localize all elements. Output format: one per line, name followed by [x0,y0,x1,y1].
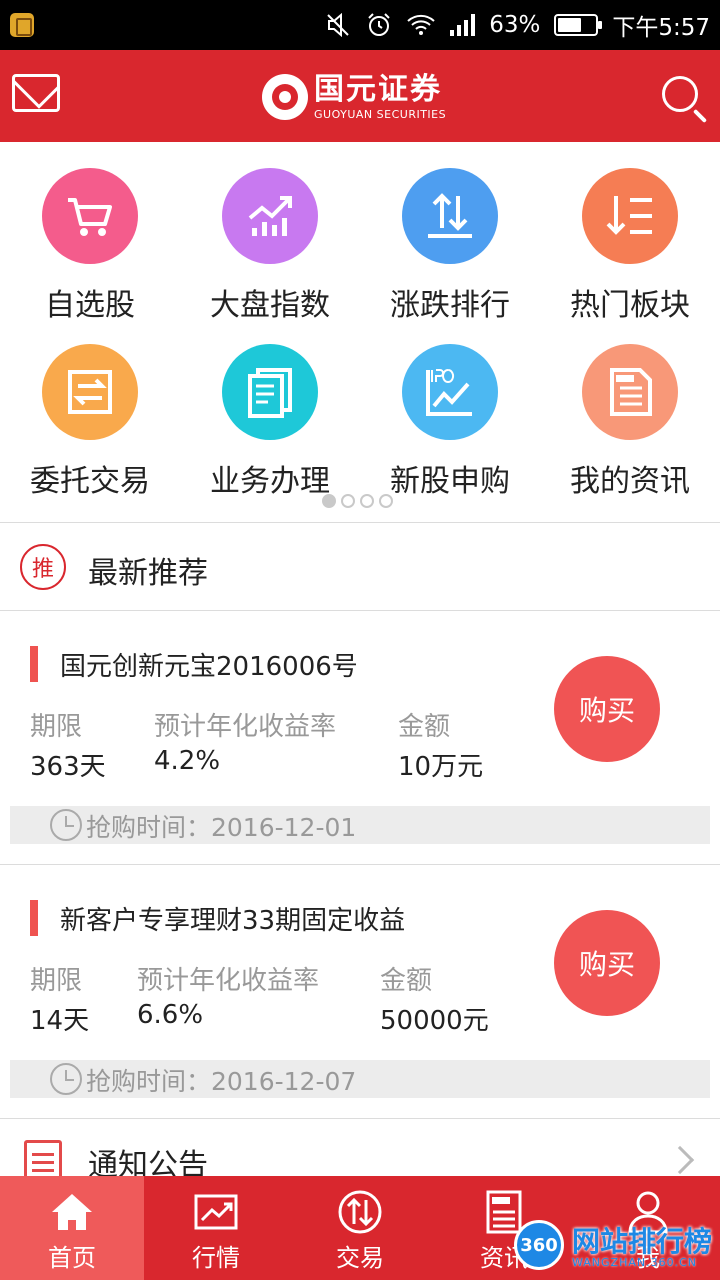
grid-item-ipo[interactable]: 新股申购 [360,318,540,499]
product-card: 新客户专享理财33期固定收益 期限 14天 预计年化收益率 6.6% 金额 50… [0,866,720,1120]
grid-item-hot-sectors[interactable]: 热门板块 [540,142,720,323]
grid-item-business[interactable]: 业务办理 [180,318,360,499]
nav-label: 交易 [336,1244,384,1272]
app-notification-icon [10,13,34,37]
watermark-badge: 360 [514,1220,564,1270]
mail-icon[interactable] [12,74,60,112]
ipo-chart-icon [402,344,498,440]
purchase-time-bar: 抢购时间：2016-12-01 [10,806,710,844]
amount-value: 50000元 [380,1006,489,1036]
shortcut-grid: 自选股 大盘指数 涨跌排行 热门板块 委托交易 业务办理 新股申购 我的资讯 [0,142,720,522]
exchange-icon [42,344,138,440]
grid-item-label: 委托交易 [30,464,150,499]
divider [0,610,720,611]
home-icon [52,1194,92,1230]
page-dot [341,494,355,508]
product-card: 国元创新元宝2016006号 期限 363天 预计年化收益率 4.2% 金额 1… [0,612,720,866]
rate-value: 6.6% [137,1000,204,1030]
battery-percent: 63% [489,12,541,38]
amount-label: 金额 [398,712,451,742]
section-title: 最新推荐 [88,556,208,591]
page-dot [379,494,393,508]
logo-title: 国元证券 [314,71,442,107]
term-value: 14天 [30,1006,90,1036]
term-label: 期限 [30,966,83,996]
buy-button[interactable]: 购买 [554,910,660,1016]
divider [0,522,720,523]
recommend-badge: 推 [20,544,66,590]
page-indicator [322,494,393,508]
product-title: 国元创新元宝2016006号 [60,652,358,682]
up-down-arrows-icon [402,168,498,264]
documents-icon [222,344,318,440]
logo-subtitle: GUOYUAN SECURITIES [314,107,447,121]
clock-icon [50,809,82,841]
divider [0,864,720,865]
rate-label: 预计年化收益率 [137,966,320,996]
term-label: 期限 [30,712,83,742]
chevron-right-icon [665,1145,695,1175]
mute-icon [327,13,349,37]
amount-label: 金额 [380,966,433,996]
grid-item-watchlist[interactable]: 自选股 [0,142,180,323]
divider [0,1118,720,1119]
amount-value: 10万元 [398,752,484,782]
nav-item-trade[interactable]: 交易 [288,1176,432,1280]
nav-item-home[interactable]: 首页 [0,1176,144,1280]
market-chart-icon [194,1194,238,1230]
grid-item-trade[interactable]: 委托交易 [0,318,180,499]
page-dot [360,494,374,508]
accent-bar [30,900,38,936]
purchase-time: 抢购时间：2016-12-01 [86,813,357,842]
rate-value: 4.2% [154,746,221,776]
clock-time: 下午5:57 [612,15,710,41]
accent-bar [30,646,38,682]
chart-rising-icon [222,168,318,264]
brand-logo: 国元证券 GUOYUAN SECURITIES [262,72,446,122]
grid-item-ranking[interactable]: 涨跌排行 [360,142,540,323]
status-bar: 63% 下午5:57 [0,0,720,50]
clock-icon [50,1063,82,1095]
term-value: 363天 [30,752,106,782]
battery-icon [554,14,603,36]
app-header: 国元证券 GUOYUAN SECURITIES [0,50,720,142]
buy-button[interactable]: 购买 [554,656,660,762]
sort-list-icon [582,168,678,264]
grid-item-label: 我的资讯 [570,464,690,499]
wifi-icon [407,14,435,35]
trade-arrows-icon [338,1190,382,1234]
grid-item-market-index[interactable]: 大盘指数 [180,142,360,323]
page-dot [322,494,336,508]
cart-icon [42,168,138,264]
alarm-icon [368,13,390,36]
product-title: 新客户专享理财33期固定收益 [60,906,406,936]
purchase-time-bar: 抢购时间：2016-12-07 [10,1060,710,1098]
watermark: 360 网站排行榜 WANGZHAN.360.CN [514,1214,720,1276]
notice-row[interactable]: 通知公告 [0,1120,720,1184]
watermark-text: 网站排行榜 [572,1225,713,1258]
nav-item-market[interactable]: 行情 [144,1176,288,1280]
search-icon[interactable] [662,76,698,112]
grid-item-my-news[interactable]: 我的资讯 [540,318,720,499]
nav-label: 行情 [192,1244,240,1272]
status-icons: 63% 下午5:57 [326,8,710,42]
news-icon [582,344,678,440]
recommend-header: 推 最新推荐 [0,524,720,610]
nav-label: 首页 [48,1244,96,1272]
rate-label: 预计年化收益率 [154,712,337,742]
signal-icon [450,14,476,36]
logo-mark-icon [262,74,308,120]
watermark-url: WANGZHAN.360.CN [572,1256,698,1269]
purchase-time: 抢购时间：2016-12-07 [86,1067,357,1096]
